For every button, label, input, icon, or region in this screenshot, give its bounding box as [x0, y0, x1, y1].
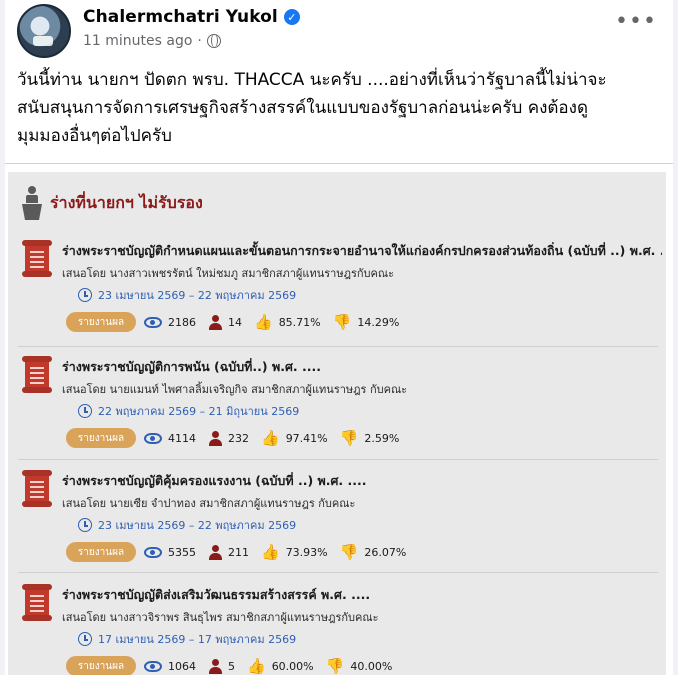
bill-card: ร่างพระราชบัญญัติกำหนดแผนและขั้นตอนการกร…: [8, 234, 666, 346]
disagree-percent: 26.07%: [364, 545, 407, 559]
bill-title: ร่างพระราชบัญญัติการพนัน (ฉบับที่..) พ.ศ…: [62, 359, 321, 374]
bill-dates: 22 พฤษภาคม 2569 – 21 มิถุนายน 2569: [78, 402, 299, 420]
bill-dates-text: 17 เมษายน 2569 – 17 พฤษภาคม 2569: [98, 633, 297, 646]
post-text-line: สนับสนุนการจัดการเศรษฐกิจสร้างสรรค์ในแบบ…: [17, 98, 588, 118]
disagree-percent: 2.59%: [364, 431, 400, 445]
bill-stats: รายงานผล 1064 5 👍 60.00% 👎 40.00%: [66, 656, 398, 675]
bill-proposer: เสนอโดย นายเซีย จำปาทอง สมาชิกสภาผู้แทนร…: [62, 497, 356, 510]
agree-percent: 73.93%: [285, 545, 328, 559]
person-icon: [208, 544, 222, 560]
bill-dates: 17 เมษายน 2569 – 17 พฤษภาคม 2569: [78, 630, 296, 648]
clock-icon: [78, 404, 92, 418]
views-count: 4114: [168, 431, 196, 445]
report-button: รายงานผล: [66, 542, 136, 562]
globe-icon[interactable]: [206, 34, 221, 48]
bill-card: ร่างพระราชบัญญัติคุ้มครองแรงงาน (ฉบับที่…: [8, 464, 666, 576]
bill-dates: 23 เมษายน 2569 – 22 พฤษภาคม 2569: [78, 516, 296, 534]
bill-separator: [18, 572, 658, 573]
eye-icon: [144, 546, 162, 558]
bill-card: ร่างพระราชบัญญัติการพนัน (ฉบับที่..) พ.ศ…: [8, 350, 666, 462]
bill-dates-text: 23 เมษายน 2569 – 22 พฤษภาคม 2569: [98, 519, 297, 532]
person-icon: [208, 430, 222, 446]
report-button: รายงานผล: [66, 656, 136, 675]
report-button: รายงานผล: [66, 312, 136, 332]
clock-icon: [78, 632, 92, 646]
people-count: 14: [228, 315, 242, 329]
bill-proposer: เสนอโดย นางสาวจิราพร สินธุไพร สมาชิกสภาผ…: [62, 611, 379, 624]
views-count: 2186: [168, 315, 196, 329]
verified-badge-icon: ✓: [283, 9, 300, 25]
bill-dates-text: 23 เมษายน 2569 – 22 พฤษภาคม 2569: [98, 289, 297, 302]
person-icon: [208, 314, 222, 330]
panel-title-text: ร่างที่นายกฯ ไม่รับรอง: [50, 192, 203, 212]
post-time[interactable]: 11 minutes ago: [83, 33, 192, 49]
post-text: วันนี้ท่าน นายกฯ ปัดตก พรบ. THACCA นะครั…: [17, 66, 667, 150]
document-scroll-icon: [22, 584, 52, 621]
thumb-up-icon: 👍: [247, 656, 266, 675]
post-text-line: วันนี้ท่าน นายกฯ ปัดตก พรบ. THACCA นะครั…: [17, 70, 607, 90]
thumb-up-icon: 👍: [261, 542, 280, 561]
author-name[interactable]: Chalermchatri Yukol: [83, 7, 278, 27]
bill-stats: รายงานผล 2186 14 👍 85.71% 👎 14.29%: [66, 312, 405, 332]
meta-separator: ·: [197, 33, 202, 49]
post-meta: 11 minutes ago ·: [83, 33, 221, 49]
post-header: Chalermchatri Yukol ✓ 11 minutes ago · •…: [5, 0, 673, 60]
bill-stats: รายงานผล 5355 211 👍 73.93% 👎 26.07%: [66, 542, 412, 562]
report-button: รายงานผล: [66, 428, 136, 448]
bill-card: ร่างพระราชบัญญัติส่งเสริมวัฒนธรรมสร้างสร…: [8, 578, 666, 675]
agree-percent: 60.00%: [271, 659, 314, 673]
agree-percent: 97.41%: [285, 431, 328, 445]
bill-dates: 23 เมษายน 2569 – 22 พฤษภาคม 2569: [78, 286, 296, 304]
agree-percent: 85.71%: [278, 315, 321, 329]
divider: [5, 163, 673, 164]
bill-proposer: เสนอโดย นางสาวเพชรรัตน์ ใหม่ชมภู สมาชิกส…: [62, 267, 394, 280]
bill-separator: [18, 459, 658, 460]
document-scroll-icon: [22, 240, 52, 277]
post-image[interactable]: ร่างที่นายกฯ ไม่รับรอง ร่างพระราชบัญญัติ…: [8, 172, 666, 675]
more-options-icon[interactable]: •••: [615, 11, 656, 40]
disagree-percent: 40.00%: [350, 659, 393, 673]
thumb-down-icon: 👎: [339, 542, 359, 561]
thumb-down-icon: 👎: [332, 312, 352, 331]
document-scroll-icon: [22, 470, 52, 507]
views-count: 1064: [168, 659, 196, 673]
people-count: 232: [228, 431, 249, 445]
thumb-up-icon: 👍: [254, 312, 273, 331]
eye-icon: [144, 432, 162, 444]
bill-dates-text: 22 พฤษภาคม 2569 – 21 มิถุนายน 2569: [98, 405, 300, 418]
thumb-down-icon: 👎: [325, 656, 345, 675]
document-scroll-icon: [22, 356, 52, 393]
clock-icon: [78, 288, 92, 302]
bill-separator: [18, 346, 658, 347]
post-text-line: มุมมองอื่นๆต่อไปครับ: [17, 126, 172, 146]
disagree-percent: 14.29%: [357, 315, 400, 329]
thumb-up-icon: 👍: [261, 428, 280, 447]
views-count: 5355: [168, 545, 196, 559]
clock-icon: [78, 518, 92, 532]
avatar[interactable]: [17, 4, 71, 58]
panel-title: ร่างที่นายกฯ ไม่รับรอง: [22, 186, 203, 220]
eye-icon: [144, 316, 162, 328]
bill-title: ร่างพระราชบัญญัติกำหนดแผนและขั้นตอนการกร…: [62, 243, 662, 258]
bill-proposer: เสนอโดย นายแมนท์ ไพศาลลิ้มเจริญกิจ สมาชิ…: [62, 383, 408, 396]
people-count: 211: [228, 545, 249, 559]
facebook-post: Chalermchatri Yukol ✓ 11 minutes ago · •…: [5, 0, 673, 675]
people-count: 5: [228, 659, 235, 673]
thumb-down-icon: 👎: [339, 428, 359, 447]
person-icon: [208, 658, 222, 674]
podium-icon: [22, 186, 42, 220]
bill-title: ร่างพระราชบัญญัติส่งเสริมวัฒนธรรมสร้างสร…: [62, 587, 371, 602]
author-line: Chalermchatri Yukol ✓: [83, 7, 300, 27]
bill-stats: รายงานผล 4114 232 👍 97.41% 👎 2.59%: [66, 428, 405, 448]
bill-title: ร่างพระราชบัญญัติคุ้มครองแรงงาน (ฉบับที่…: [62, 473, 367, 488]
eye-icon: [144, 660, 162, 672]
